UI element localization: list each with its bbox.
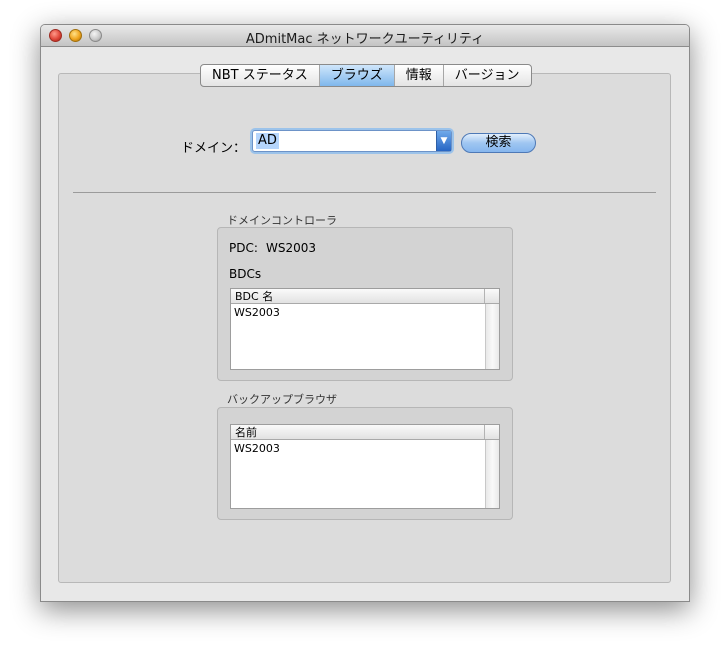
dropdown-arrow-icon[interactable]: ▼: [436, 131, 451, 151]
list-item[interactable]: WS2003: [234, 442, 280, 455]
name-column-header[interactable]: 名前: [235, 425, 257, 440]
tab-bar: NBT ステータス ブラウズ 情報 バージョン: [200, 64, 532, 87]
backup-browser-group: 名前 WS2003: [217, 407, 513, 520]
backup-browser-list-header[interactable]: 名前: [231, 425, 499, 440]
title-bar[interactable]: ADmitMac ネットワークユーティリティ: [41, 25, 689, 47]
domain-controller-section-label: ドメインコントローラ: [227, 214, 337, 227]
list-header-corner: [484, 425, 499, 439]
domain-combobox[interactable]: AD ▼: [252, 130, 452, 152]
bdc-list-scrollbar[interactable]: [485, 304, 499, 369]
backup-browser-list-scrollbar[interactable]: [485, 440, 499, 508]
bdc-list-header[interactable]: BDC 名: [231, 289, 499, 304]
domain-controller-group: PDC: WS2003 BDCs BDC 名 WS2003: [217, 227, 513, 381]
tab-nbt-status[interactable]: NBT ステータス: [201, 65, 320, 86]
bdc-list[interactable]: BDC 名 WS2003: [230, 288, 500, 370]
list-item[interactable]: WS2003: [234, 306, 280, 319]
divider: [73, 192, 656, 193]
pdc-value: WS2003: [266, 241, 317, 255]
domain-label: ドメイン：: [181, 141, 247, 156]
domain-value[interactable]: AD: [256, 133, 279, 149]
tab-browse[interactable]: ブラウズ: [319, 65, 395, 86]
search-button[interactable]: 検索: [461, 133, 536, 153]
list-header-corner: [484, 289, 499, 303]
backup-browser-list[interactable]: 名前 WS2003: [230, 424, 500, 509]
pdc-label: PDC:: [229, 241, 258, 255]
app-window: ADmitMac ネットワークユーティリティ NBT ステータス ブラウズ 情報…: [40, 24, 690, 602]
tab-version[interactable]: バージョン: [444, 65, 531, 86]
backup-browser-section-label: バックアップブラウザ: [227, 393, 337, 406]
bdcs-label: BDCs: [229, 267, 262, 281]
tab-info[interactable]: 情報: [395, 65, 444, 86]
window-title: ADmitMac ネットワークユーティリティ: [245, 32, 485, 47]
bdc-name-column-header[interactable]: BDC 名: [235, 289, 273, 304]
